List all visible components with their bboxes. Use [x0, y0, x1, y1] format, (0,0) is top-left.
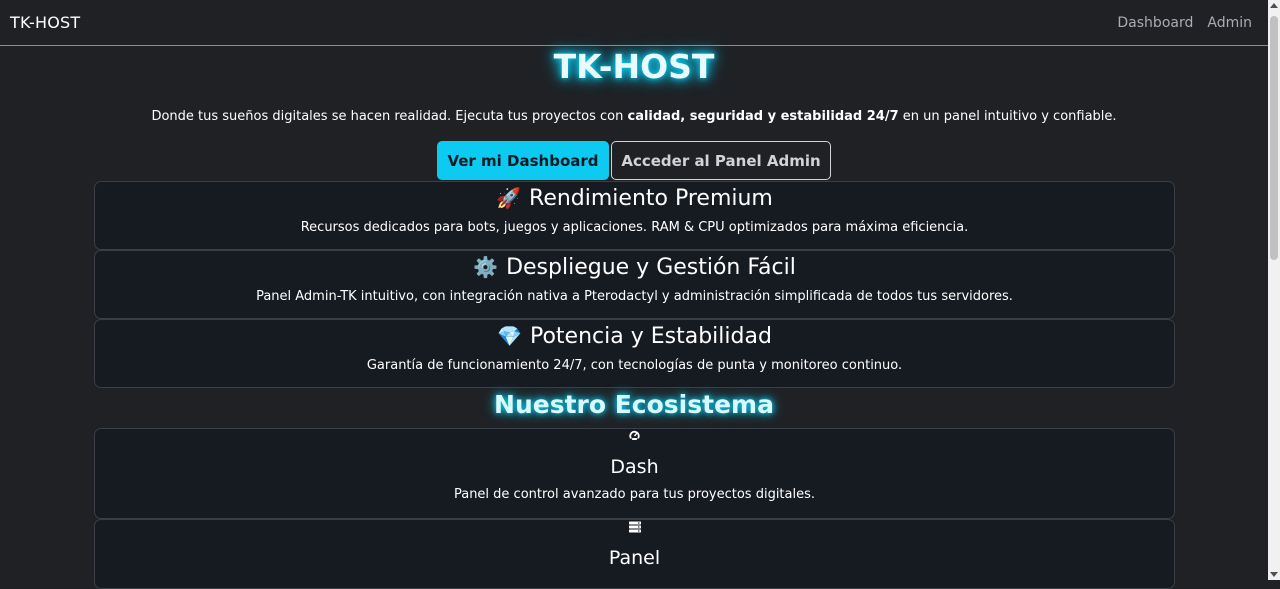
hero-subtitle: Donde tus sueños digitales se hacen real… [0, 108, 1268, 126]
feature-description: Garantía de funcionamiento 24/7, con tec… [366, 358, 903, 373]
navbar: TK-HOST Dashboard Admin [0, 0, 1268, 46]
ecosystem-card-panel[interactable]: Panel [94, 519, 1175, 589]
nav-link-dashboard[interactable]: Dashboard [1117, 15, 1193, 31]
feature-title-text: Despliegue y Gestión Fácil [506, 255, 796, 280]
hero-buttons: Ver mi Dashboard Acceder al Panel Admin [437, 141, 831, 180]
ecosystem-title: Nuestro Ecosistema [494, 390, 774, 419]
feature-title-text: Rendimiento Premium [529, 186, 773, 211]
feature-title: ⚙️ Despliegue y Gestión Fácil [95, 253, 1174, 282]
scroll-down-icon[interactable] [1270, 572, 1278, 577]
gear-icon: ⚙️ [473, 255, 499, 279]
scroll-up-icon[interactable] [1270, 3, 1278, 8]
rocket-icon: 🚀 [496, 186, 522, 210]
feature-title-text: Potencia y Estabilidad [529, 324, 772, 349]
hero-title: TK-HOST [553, 47, 715, 86]
feature-card-stability: 💎 Potencia y Estabilidad Garantía de func… [94, 319, 1175, 388]
feature-title: 💎 Potencia y Estabilidad [95, 322, 1174, 351]
feature-card-deploy: ⚙️ Despliegue y Gestión Fácil Panel Admin… [94, 250, 1175, 319]
dashboard-button[interactable]: Ver mi Dashboard [437, 141, 609, 180]
ecosystem-item-description: Panel de control avanzado para tus proye… [453, 487, 816, 502]
feature-description: Panel Admin-TK intuitivo, con integració… [256, 289, 1013, 304]
hero-subtitle-post: en un panel intuitivo y confiable. [898, 109, 1117, 124]
hero-subtitle-pre: Donde tus sueños digitales se hacen real… [151, 109, 628, 124]
nav-links: Dashboard Admin [1117, 15, 1252, 31]
gem-icon: 💎 [497, 324, 522, 348]
scroll-thumb[interactable] [1270, 16, 1278, 260]
server-icon [95, 521, 1174, 537]
ecosystem-item-title: Dash [610, 456, 659, 478]
ecosystem-item-title: Panel [608, 547, 661, 569]
feature-description: Recursos dedicados para bots, juegos y a… [300, 220, 969, 235]
brand-logo[interactable]: TK-HOST [10, 13, 80, 32]
nav-link-admin[interactable]: Admin [1207, 15, 1252, 31]
ecosystem-card-dash[interactable]: Dash Panel de control avanzado para tus … [94, 428, 1175, 519]
feature-card-performance: 🚀 Rendimiento Premium Recursos dedicados … [94, 181, 1175, 250]
admin-panel-button[interactable]: Acceder al Panel Admin [611, 141, 831, 180]
gauge-icon [95, 430, 1174, 445]
page-scrollbar[interactable] [1268, 0, 1280, 580]
feature-title: 🚀 Rendimiento Premium [95, 184, 1174, 213]
hero-subtitle-bold: calidad, seguridad y estabilidad 24/7 [627, 109, 899, 124]
